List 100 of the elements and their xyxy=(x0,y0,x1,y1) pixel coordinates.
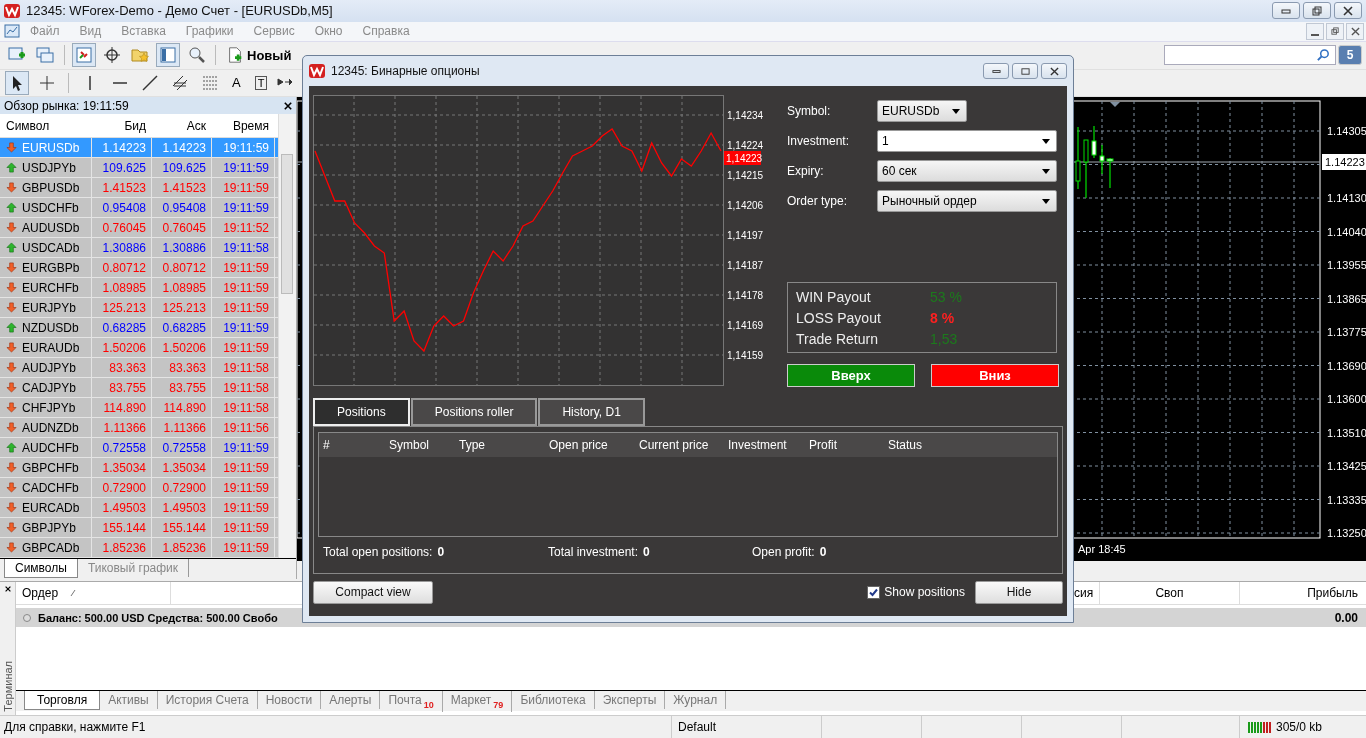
chat-button[interactable]: 5 xyxy=(1338,45,1362,66)
quote-row[interactable]: GBPUSDb 1.41523 1.41523 19:11:59 xyxy=(0,178,278,199)
column-header[interactable]: Символ xyxy=(0,118,92,133)
price-label: 1.13600 xyxy=(1327,393,1366,406)
terminal-tab[interactable]: Почта $_{10}$ xyxy=(380,691,443,712)
time-cell: 19:11:59 xyxy=(212,538,275,558)
terminal-tab[interactable]: Новости xyxy=(257,691,322,710)
quote-row[interactable]: AUDJPYb 83.363 83.363 19:11:58 xyxy=(0,358,278,379)
terminal-tab[interactable]: Маркет $_{79}$ xyxy=(442,691,513,712)
column-header[interactable]: Аск xyxy=(152,118,212,133)
time-cell: 19:11:52 xyxy=(212,218,275,238)
restore-button[interactable] xyxy=(1303,2,1331,20)
panel-tab[interactable]: Символы xyxy=(4,559,78,579)
minimize-button[interactable] xyxy=(1306,22,1324,40)
symbol-cell: GBPCHFb xyxy=(22,460,79,475)
quote-row[interactable]: USDCHFb 0.95408 0.95408 19:11:59 xyxy=(0,198,278,219)
sort-icon[interactable] xyxy=(70,589,77,598)
terminal-tab[interactable]: Активы xyxy=(100,691,158,710)
signal-bars-icon xyxy=(1248,721,1272,734)
close-icon xyxy=(1343,5,1353,16)
terminal-tab[interactable]: История Счета xyxy=(157,691,258,710)
close-icon[interactable] xyxy=(284,101,292,110)
compact-view-button[interactable]: Compact view xyxy=(313,580,433,604)
terminal-tab[interactable]: Журнал xyxy=(665,691,727,710)
chart-window-icon[interactable] xyxy=(4,23,20,40)
column-header[interactable]: Время xyxy=(212,118,275,133)
bid-cell: 0.68285 xyxy=(92,318,152,338)
bid-cell: 1.30886 xyxy=(92,238,152,258)
quote-row[interactable]: AUDNZDb 1.11366 1.11366 19:11:56 xyxy=(0,418,278,439)
panel-icon[interactable] xyxy=(157,44,179,67)
caret-icon xyxy=(1042,168,1050,174)
tab[interactable]: History, D1 xyxy=(538,398,645,426)
price-label: 1.13775 xyxy=(1327,326,1366,339)
terminal-tab[interactable]: Алерты xyxy=(321,691,381,710)
minimize-icon xyxy=(1311,33,1319,36)
close-button[interactable] xyxy=(1041,63,1067,79)
bid-cell: 0.80712 xyxy=(92,258,152,278)
bid-cell: 1.49503 xyxy=(92,498,152,518)
terminal-tab[interactable]: Торговля xyxy=(24,691,101,711)
label-tool-button[interactable]: T xyxy=(255,76,267,89)
search-field[interactable] xyxy=(1164,45,1336,66)
ask-cell: 0.76045 xyxy=(152,218,212,238)
quote-row[interactable]: USDCADb 1.30886 1.30886 19:11:58 xyxy=(0,238,278,259)
terminal-tab[interactable]: Библиотека xyxy=(512,691,595,710)
new-order-button[interactable]: Новый xyxy=(224,46,294,65)
column-header[interactable]: Своп xyxy=(1100,582,1240,605)
quote-row[interactable]: EURCHFb 1.08985 1.08985 19:11:59 xyxy=(0,278,278,299)
dropdown[interactable]: 60 сек xyxy=(877,160,1057,182)
quote-row[interactable]: CHFJPYb 114.890 114.890 19:11:58 xyxy=(0,398,278,419)
price-label: 1.14305 xyxy=(1327,125,1366,138)
down-button[interactable]: Вниз xyxy=(931,364,1059,387)
tab[interactable]: Positions xyxy=(313,398,410,426)
cursor-icon[interactable] xyxy=(6,71,28,94)
tab[interactable]: Positions roller xyxy=(410,398,538,426)
quote-row[interactable]: GBPJPYb 155.144 155.144 19:11:59 xyxy=(0,518,278,539)
price-label: 1.13690 xyxy=(1327,359,1366,372)
checkbox[interactable] xyxy=(867,585,881,599)
dropdown[interactable]: Рыночный ордер xyxy=(877,190,1057,212)
scrollbar[interactable] xyxy=(278,114,296,559)
hide-button[interactable]: Hide xyxy=(975,580,1063,604)
status-icon xyxy=(22,612,32,623)
column-header[interactable]: Прибыль xyxy=(1240,582,1366,605)
quote-row[interactable]: EURJPYb 125.213 125.213 19:11:59 xyxy=(0,298,278,319)
text-tool-button[interactable]: A xyxy=(229,75,244,91)
quote-row[interactable]: CADJPYb 83.755 83.755 19:11:58 xyxy=(0,378,278,399)
restore-button[interactable] xyxy=(1326,22,1344,40)
up-button[interactable]: Вверх xyxy=(787,364,915,387)
maximize-button[interactable] xyxy=(1012,63,1038,79)
market-watch-icon[interactable] xyxy=(73,44,95,67)
quote-row[interactable]: EURAUDb 1.50206 1.50206 19:11:59 xyxy=(0,338,278,359)
quote-row[interactable]: AUDCHFb 0.72558 0.72558 19:11:59 xyxy=(0,438,278,459)
minimize-button[interactable] xyxy=(983,63,1009,79)
symbol-cell: NZDUSDb xyxy=(22,320,79,335)
time-cell: 19:11:59 xyxy=(212,498,275,518)
quote-row[interactable]: NZDUSDb 0.68285 0.68285 19:11:59 xyxy=(0,318,278,339)
column-header: Current price xyxy=(639,438,709,452)
column-header[interactable]: Бид xyxy=(92,118,152,133)
quote-row[interactable]: USDJPYb 109.625 109.625 19:11:59 xyxy=(0,158,278,179)
payout-value: 8 % xyxy=(930,309,955,326)
symbol-cell: EURGBPb xyxy=(22,260,80,275)
column-header: # xyxy=(323,438,330,452)
close-button[interactable] xyxy=(1334,2,1362,20)
price-label: 1.13335 xyxy=(1327,493,1366,506)
symbol-cell: GBPUSDb xyxy=(22,180,80,195)
total-label: Open profit: xyxy=(752,545,815,559)
close-icon xyxy=(1350,26,1360,36)
column-header[interactable]: Ордер xyxy=(22,586,59,601)
terminal-tab[interactable]: Эксперты xyxy=(594,691,666,710)
quote-row[interactable]: EURCADb 1.49503 1.49503 19:11:59 xyxy=(0,498,278,519)
close-icon[interactable] xyxy=(3,585,12,594)
quote-row[interactable]: GBPCADb 1.85236 1.85236 19:11:59 xyxy=(0,538,278,559)
quote-row[interactable]: AUDUSDb 0.76045 0.76045 19:11:52 xyxy=(0,218,278,239)
quote-row[interactable]: CADCHFb 0.72900 0.72900 19:11:59 xyxy=(0,478,278,499)
quote-row[interactable]: GBPCHFb 1.35034 1.35034 19:11:59 xyxy=(0,458,278,479)
quote-row[interactable]: EURGBPb 0.80712 0.80712 19:11:59 xyxy=(0,258,278,279)
time-cell: 19:11:58 xyxy=(212,238,275,258)
combo-field[interactable]: 1 xyxy=(877,130,1057,152)
ask-cell: 114.890 xyxy=(152,398,212,418)
close-button[interactable] xyxy=(1346,22,1364,40)
dropdown[interactable]: EURUSDb xyxy=(877,100,967,122)
